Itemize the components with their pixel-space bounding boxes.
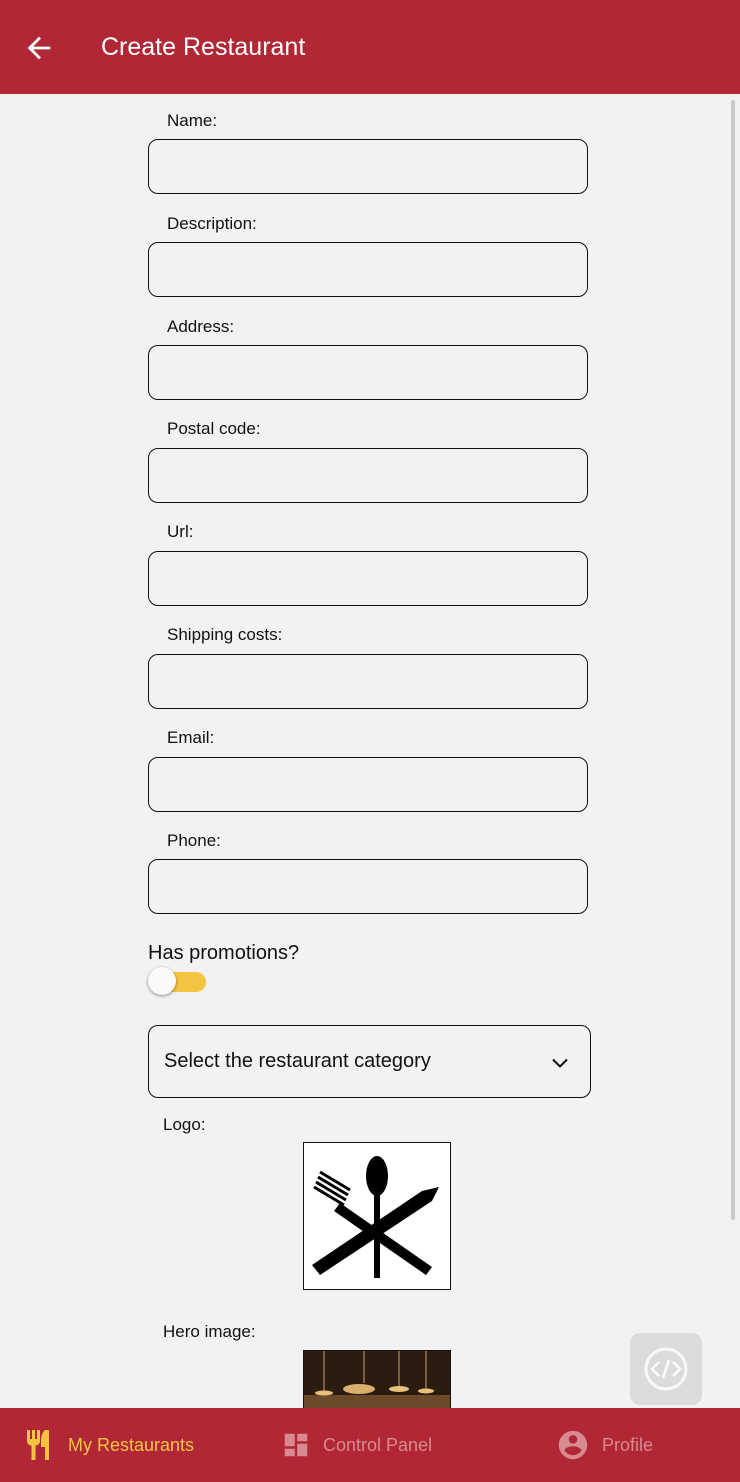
name-label: Name: xyxy=(167,111,218,130)
category-select[interactable]: Select the restaurant category xyxy=(148,1025,591,1098)
promotions-label: Has promotions? xyxy=(148,942,300,964)
logo-image[interactable] xyxy=(303,1142,451,1290)
description-input[interactable] xyxy=(148,242,588,297)
url-input[interactable] xyxy=(148,551,588,606)
phone-input[interactable] xyxy=(148,859,588,914)
description-label: Description: xyxy=(167,214,257,233)
back-button[interactable] xyxy=(22,31,56,65)
email-label: Email: xyxy=(167,728,215,747)
phone-label: Phone: xyxy=(167,831,221,850)
nav-label-control-panel: Control Panel xyxy=(323,1434,433,1455)
page-title: Create Restaurant xyxy=(101,33,306,61)
logo-label: Logo: xyxy=(163,1115,206,1134)
nav-label-profile: Profile xyxy=(602,1434,654,1455)
scrollbar[interactable] xyxy=(731,100,735,1220)
toggle-thumb xyxy=(148,967,176,995)
hero-image[interactable] xyxy=(303,1350,451,1408)
nav-my-restaurants[interactable]: My Restaurants xyxy=(24,1408,194,1482)
debug-inspector-button[interactable] xyxy=(630,1333,702,1405)
restaurant-icon xyxy=(27,1430,49,1460)
email-input[interactable] xyxy=(148,757,588,812)
address-label: Address: xyxy=(167,317,235,336)
hero-image-label: Hero image: xyxy=(163,1322,256,1341)
name-input[interactable] xyxy=(148,139,588,194)
dashboard-icon xyxy=(284,1433,308,1457)
chevron-down-icon xyxy=(552,1058,568,1068)
category-select-text: Select the restaurant category xyxy=(164,1050,431,1072)
postal-code-label: Postal code: xyxy=(167,419,261,438)
bottom-navigation: My Restaurants Control Panel Profile xyxy=(0,1408,740,1482)
promotions-toggle[interactable] xyxy=(148,966,210,998)
arrow-back-icon xyxy=(27,36,51,60)
cutlery-logo-icon xyxy=(312,1156,439,1278)
app-bar: Create Restaurant xyxy=(0,0,740,94)
nav-label-my-restaurants: My Restaurants xyxy=(68,1434,195,1455)
shipping-costs-input[interactable] xyxy=(148,654,588,709)
nav-control-panel[interactable]: Control Panel xyxy=(281,1408,432,1482)
code-icon xyxy=(644,1347,688,1391)
url-label: Url: xyxy=(167,522,194,541)
shipping-costs-label: Shipping costs: xyxy=(167,625,283,644)
address-input[interactable] xyxy=(148,345,588,400)
account-circle-icon xyxy=(558,1430,588,1460)
hero-photo xyxy=(304,1351,450,1408)
postal-code-input[interactable] xyxy=(148,448,588,503)
nav-profile[interactable]: Profile xyxy=(556,1408,653,1482)
